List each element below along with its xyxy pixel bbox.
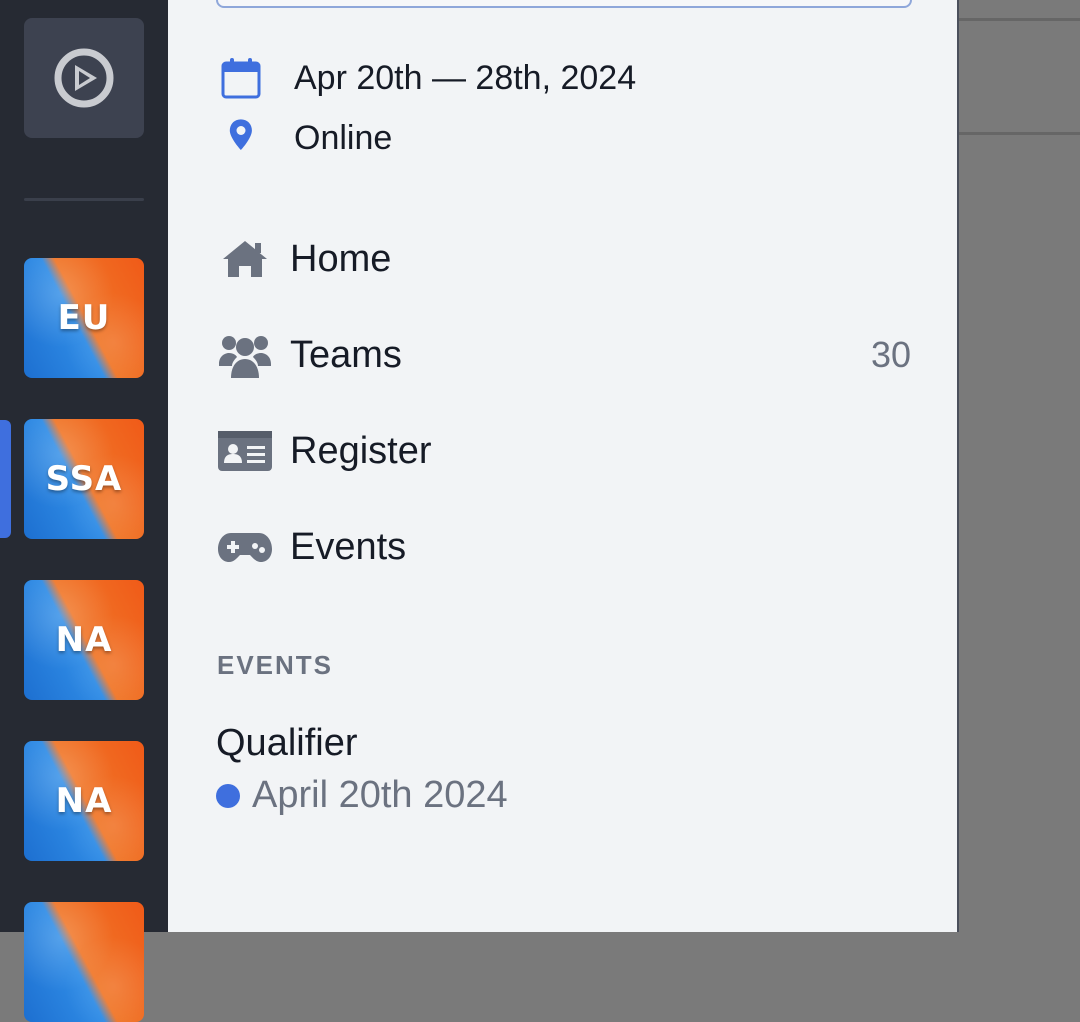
home-server-button[interactable] <box>24 18 144 138</box>
compass-icon <box>54 48 114 108</box>
nav-events-label: Events <box>290 525 407 568</box>
nav-teams[interactable]: Teams 30 <box>216 325 911 385</box>
server-label: NA <box>55 781 113 821</box>
date-range: Apr 20th — 28th, 2024 <box>294 58 637 97</box>
teams-count: 30 <box>870 334 911 375</box>
nav-register[interactable]: Register <box>216 421 911 481</box>
server-label: EU <box>57 298 111 338</box>
event-date: April 20th 2024 <box>252 774 508 816</box>
server-ssa[interactable]: SSA <box>24 419 144 539</box>
calendar-icon <box>221 58 261 99</box>
rail-divider <box>24 198 144 201</box>
active-server-indicator <box>0 420 11 538</box>
location: Online <box>294 118 393 157</box>
event-date-row: April 20th 2024 <box>216 774 508 817</box>
nav-events[interactable]: Events <box>216 517 911 577</box>
users-icon <box>219 336 271 378</box>
server-rail: EU SSA NA NA <box>0 0 168 1022</box>
map-pin-icon <box>229 119 252 150</box>
home-icon <box>223 241 267 277</box>
server-na[interactable]: NA <box>24 580 144 700</box>
nav-teams-label: Teams <box>290 333 402 376</box>
server-eu[interactable]: EU <box>24 258 144 378</box>
server-label: NA <box>55 620 113 660</box>
date-row: Apr 20th — 28th, 2024 <box>220 56 636 100</box>
league-panel: Apr 20th — 28th, 2024 Online Home Teams … <box>168 0 959 932</box>
search-input[interactable] <box>216 0 912 8</box>
events-section-title: EVENTS <box>217 650 334 680</box>
event-status-dot <box>216 783 240 808</box>
server-label: SSA <box>45 459 123 499</box>
server-na-2[interactable]: NA <box>24 741 144 861</box>
event-name[interactable]: Qualifier <box>216 722 358 765</box>
location-row: Online <box>220 116 392 160</box>
backdrop-divider <box>959 18 1080 21</box>
backdrop-divider <box>959 132 1080 135</box>
nav-home-label: Home <box>290 237 392 280</box>
gamepad-icon <box>218 533 272 562</box>
nav-home[interactable]: Home <box>216 229 911 289</box>
server-partial[interactable] <box>24 902 144 1022</box>
nav-register-label: Register <box>290 429 432 472</box>
id-card-icon <box>218 431 272 471</box>
